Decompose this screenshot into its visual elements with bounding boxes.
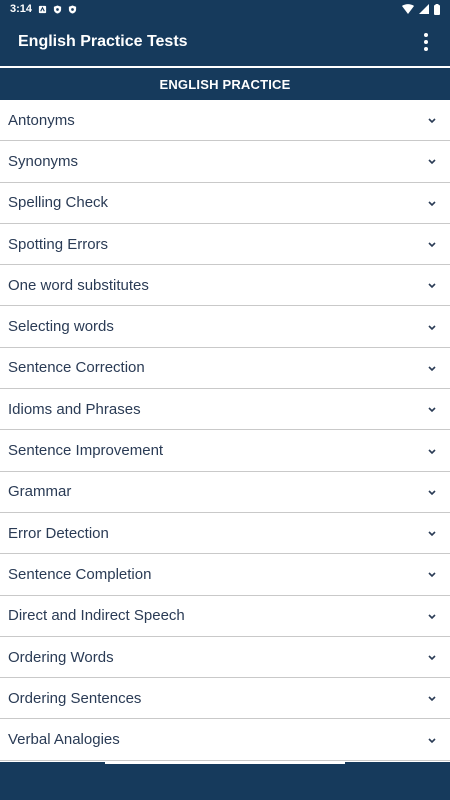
chevron-down-icon <box>428 201 436 206</box>
status-left: 3:14 <box>10 3 77 15</box>
list-item-label: Selecting words <box>8 318 114 336</box>
list-item-label: Verbal Analogies <box>8 731 120 749</box>
signal-icon <box>419 4 429 14</box>
list-item-label: Idioms and Phrases <box>8 400 141 418</box>
list-item-label: Ordering Words <box>8 648 114 666</box>
list-item-label: Sentence Correction <box>8 359 145 377</box>
chevron-down-icon <box>428 696 436 702</box>
chevron-down-icon <box>428 118 436 124</box>
status-right <box>402 3 440 15</box>
list-item[interactable]: Verbal Analogies <box>0 719 450 761</box>
bottom-bar <box>0 762 450 800</box>
list-item[interactable]: Sentence Improvement <box>0 430 450 472</box>
list-item-label: Error Detection <box>8 524 109 542</box>
battery-icon <box>434 3 440 15</box>
chevron-down-icon <box>428 283 436 289</box>
list-item[interactable]: Spelling Check <box>0 183 450 224</box>
list-item[interactable]: Ordering Sentences <box>0 678 450 720</box>
list-item-label: Spotting Errors <box>8 235 109 253</box>
list-item[interactable]: Grammar <box>0 472 450 513</box>
list-item[interactable]: Synonyms <box>0 141 450 183</box>
chevron-down-icon <box>428 531 436 537</box>
chevron-down-icon <box>428 159 436 165</box>
chevron-down-icon <box>428 572 436 578</box>
bottom-strip <box>105 762 345 764</box>
list-item-label: Sentence Completion <box>8 565 152 583</box>
list-item[interactable]: Sentence Completion <box>0 554 450 596</box>
list-item[interactable]: Direct and Indirect Speech <box>0 596 450 637</box>
a-icon <box>38 5 47 13</box>
chevron-down-icon <box>428 738 436 743</box>
list-item[interactable]: Antonyms <box>0 100 450 142</box>
status-bar: 3:14 <box>0 0 450 18</box>
list-item-label: Grammar <box>8 483 72 501</box>
chevron-down-icon <box>428 407 436 413</box>
shield-icon <box>53 4 62 14</box>
list-item-label: One word substitutes <box>8 276 149 294</box>
shield-icon <box>68 4 77 14</box>
app-title: English Practice Tests <box>18 33 188 50</box>
list-item-label: Ordering Sentences <box>8 689 142 707</box>
list-item[interactable]: Ordering Words <box>0 637 450 679</box>
status-time: 3:14 <box>10 3 33 15</box>
chevron-down-icon <box>428 325 436 330</box>
list-item-label: Antonyms <box>8 111 75 129</box>
list-item[interactable]: Spotting Errors <box>0 224 450 266</box>
list-item[interactable]: Selecting words <box>0 306 450 348</box>
list-item[interactable]: Idioms and Phrases <box>0 389 450 431</box>
chevron-down-icon <box>428 448 436 454</box>
chevron-down-icon <box>428 614 436 619</box>
list-item[interactable]: One word substitutes <box>0 265 450 307</box>
wifi-icon <box>402 4 414 14</box>
chevron-down-icon <box>428 490 436 495</box>
list-item-label: Sentence Improvement <box>8 442 164 460</box>
chevron-down-icon <box>428 366 436 372</box>
chevron-down-icon <box>428 242 436 248</box>
list-item-label: Spelling Check <box>8 194 109 212</box>
more-vert-icon[interactable] <box>414 30 438 54</box>
list-item-label: Direct and Indirect Speech <box>8 607 185 625</box>
list-item-label: Synonyms <box>8 152 79 170</box>
app-bar: English Practice Tests <box>0 18 450 66</box>
list-item[interactable]: Error Detection <box>0 513 450 555</box>
list-item[interactable]: Sentence Correction <box>0 348 450 390</box>
topic-list: Antonyms Synonyms Spelling Check Spottin… <box>0 100 450 761</box>
section-header: ENGLISH PRACTICE <box>0 68 450 100</box>
chevron-down-icon <box>428 655 436 661</box>
